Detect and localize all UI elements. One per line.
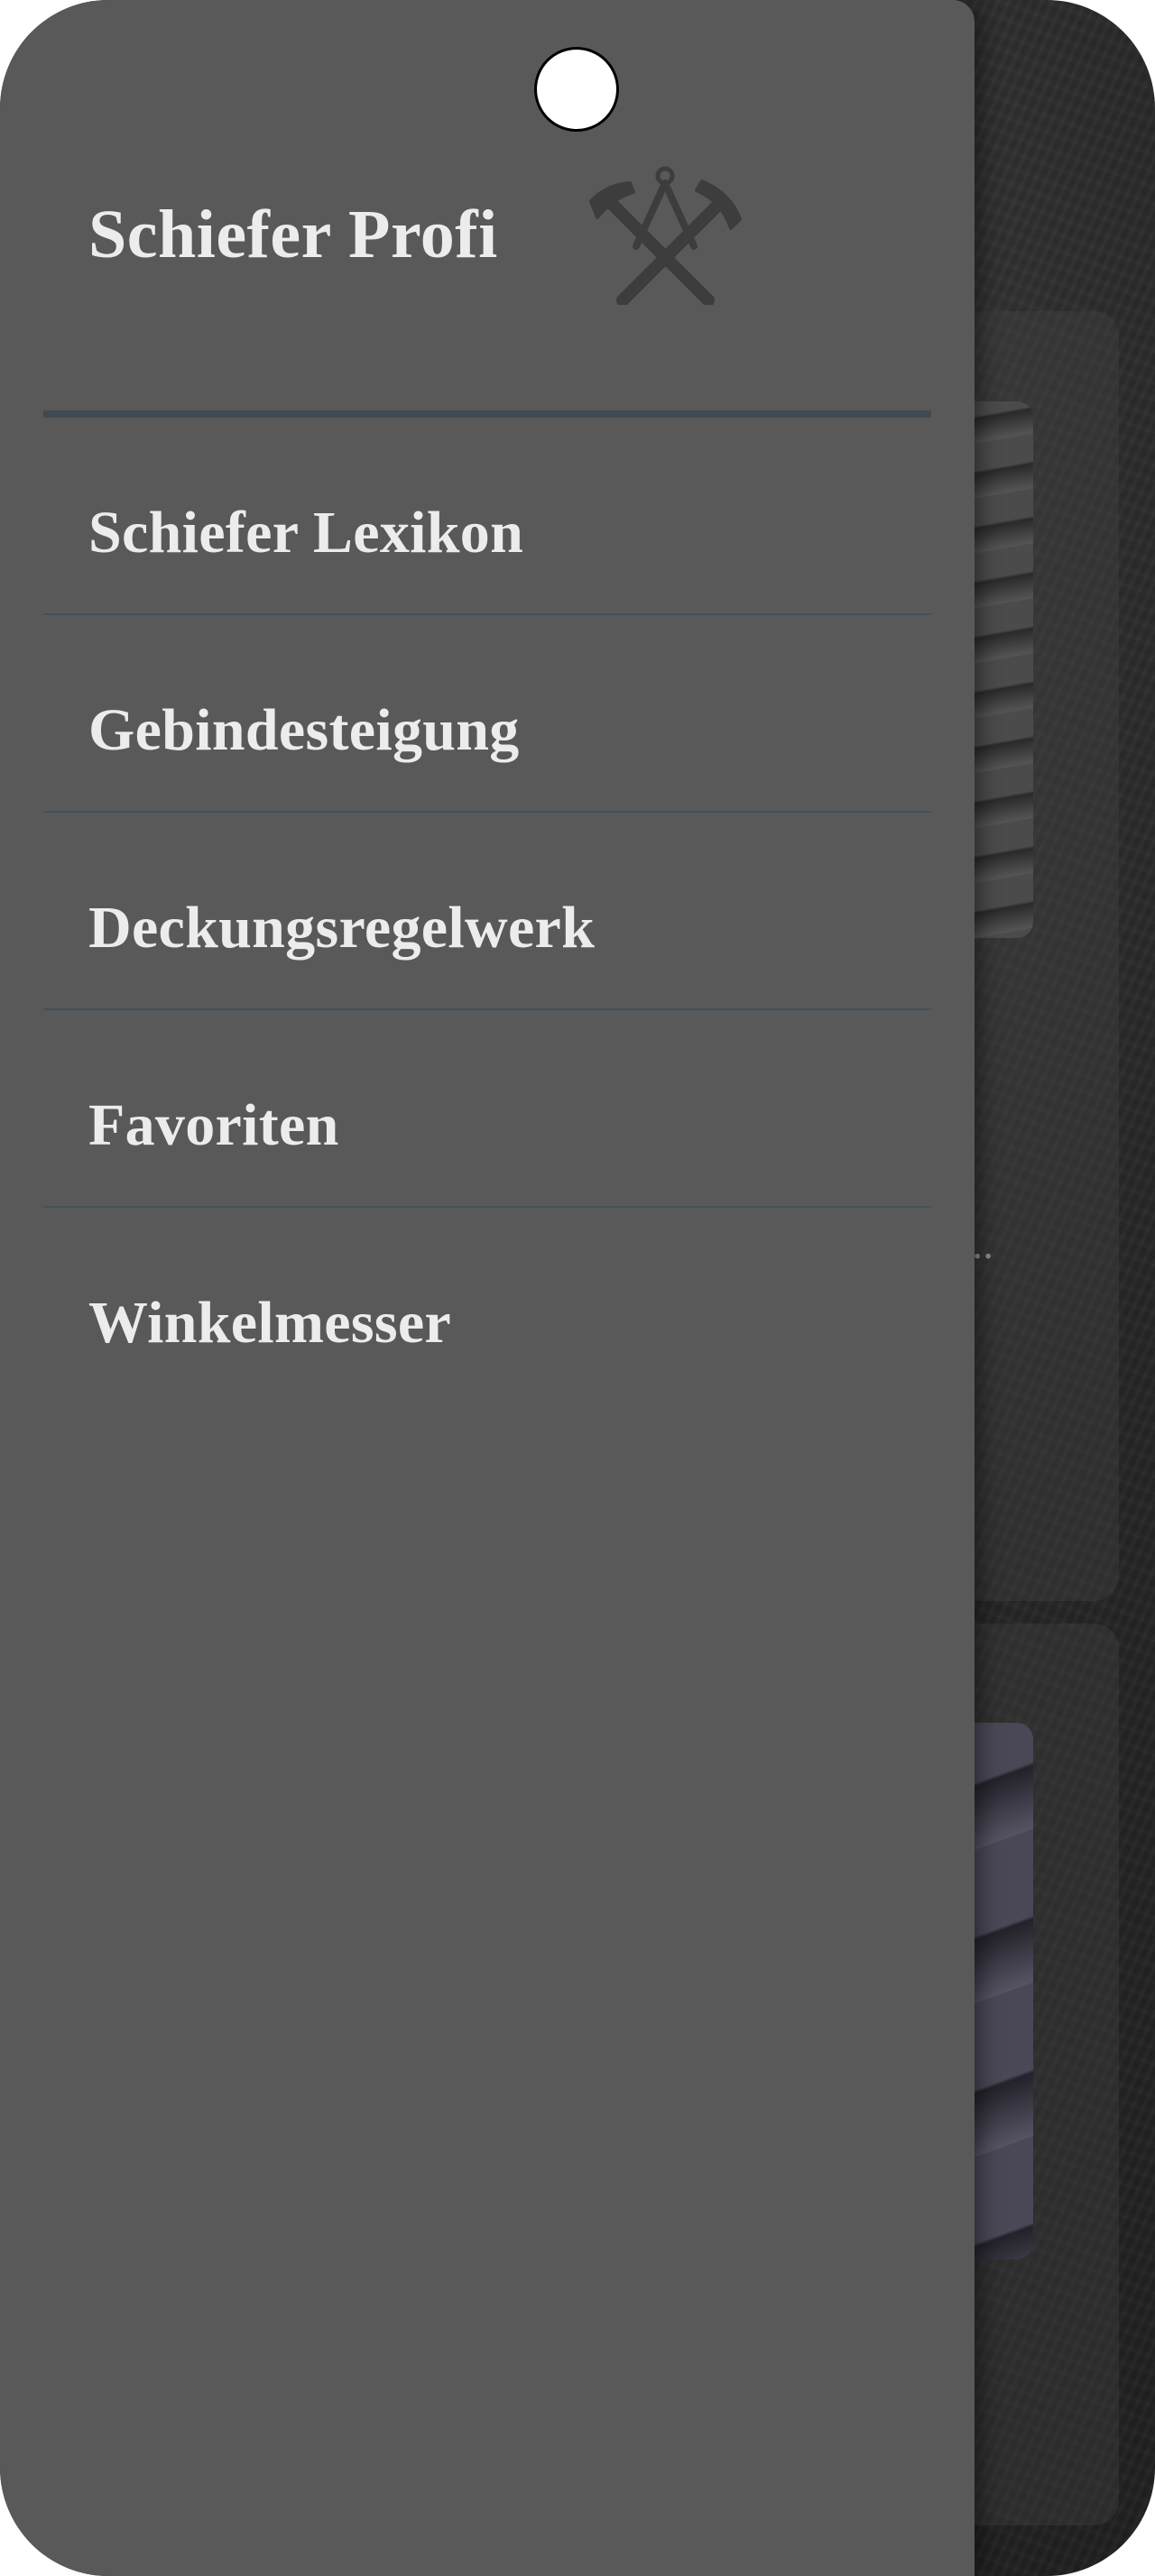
phone-screen: e... s Schiefer Profi xyxy=(0,0,1155,2576)
menu-item-label: Winkelmesser xyxy=(88,1290,452,1356)
drawer-header: Schiefer Profi xyxy=(0,0,975,415)
menu-item-label: Gebindesteigung xyxy=(88,697,520,763)
crossed-slate-hammers-icon xyxy=(589,166,742,305)
header-divider xyxy=(43,410,931,418)
menu-item-label: Favoriten xyxy=(88,1092,339,1158)
menu-item-favoriten[interactable]: Favoriten xyxy=(43,1010,931,1208)
menu-item-label: Schiefer Lexikon xyxy=(88,500,524,566)
drawer-menu: Schiefer Lexikon Gebindesteigung Deckung… xyxy=(43,418,931,1405)
navigation-drawer: Schiefer Profi Schiefer Lexikon Gebindes… xyxy=(0,0,975,2576)
menu-item-label: Deckungsregelwerk xyxy=(88,895,596,961)
front-camera-cutout xyxy=(534,47,619,132)
menu-item-schiefer-lexikon[interactable]: Schiefer Lexikon xyxy=(43,418,931,615)
menu-item-winkelmesser[interactable]: Winkelmesser xyxy=(43,1208,931,1405)
menu-item-gebindesteigung[interactable]: Gebindesteigung xyxy=(43,615,931,813)
app-title: Schiefer Profi xyxy=(88,197,498,272)
menu-item-deckungsregelwerk[interactable]: Deckungsregelwerk xyxy=(43,813,931,1010)
